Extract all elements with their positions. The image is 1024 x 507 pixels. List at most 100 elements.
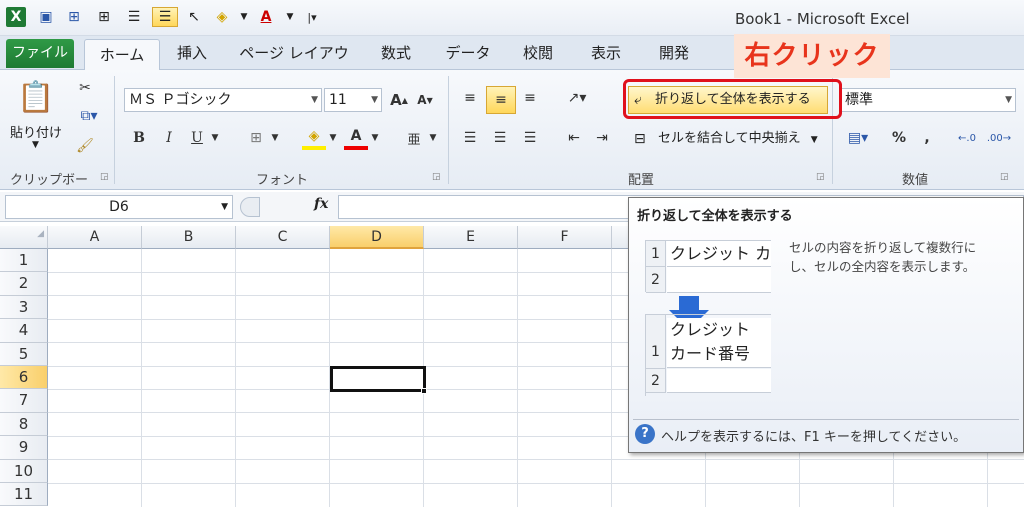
column-header-b[interactable]: B [142,226,236,249]
column-header-c[interactable]: C [236,226,330,249]
borders-icon[interactable]: ⊞ [94,7,114,27]
top-align-icon[interactable]: ≡ [458,86,482,110]
tab-insert[interactable]: 挿入 [168,38,216,68]
chevron-down-icon[interactable]: ▼ [368,126,382,150]
decrease-decimal-icon[interactable]: .00→ [986,126,1012,150]
row-header-11[interactable]: 11 [0,483,48,507]
phonetic-guide-icon[interactable]: 亜 [402,126,426,150]
preview-icon[interactable]: ⊞ [64,7,84,27]
align-center-icon[interactable]: ☰ [488,126,512,150]
paste-button-label[interactable]: 貼り付け [10,122,62,141]
align-left-icon[interactable]: ☰ [458,126,482,150]
font-color-icon[interactable]: A [256,7,276,27]
bold-icon[interactable]: B [128,126,150,150]
font-size-value: 11 [329,92,347,108]
save-icon[interactable]: ▣ [36,7,56,27]
align-right-icon[interactable]: ☰ [518,126,542,150]
tab-page-layout[interactable]: ページ レイアウト [236,38,352,92]
row-header-10[interactable]: 10 [0,459,48,483]
fill-handle[interactable] [421,388,427,394]
column-header-f[interactable]: F [518,226,612,249]
number-format-combo[interactable]: 標準 ▼ [840,88,1016,112]
increase-indent-icon[interactable]: ⇥ [590,126,614,150]
dialog-launcher-icon[interactable]: ◲ [1000,172,1009,182]
dialog-launcher-icon[interactable]: ◲ [100,172,109,182]
dialog-launcher-icon[interactable]: ◲ [816,172,825,182]
row-header-3[interactable]: 3 [0,295,48,320]
example-row-number: 1 [646,315,666,369]
row-header-1[interactable]: 1 [0,249,48,273]
excel-logo-icon[interactable]: X [6,7,26,27]
column-header-a[interactable]: A [48,226,142,249]
shrink-font-icon[interactable]: A ▼ [414,88,436,112]
wrap-text-tooltip: 折り返して全体を表示する 1 クレジット カ 2 1 クレジット カード番号 2… [628,197,1024,453]
font-color-icon[interactable]: A [344,126,368,150]
orientation-icon[interactable]: ↗▾ [562,86,592,110]
row-header-9[interactable]: 9 [0,436,48,460]
font-name-combo[interactable]: ＭＳ Ｐゴシック ▼ [124,88,322,112]
italic-icon[interactable]: I [158,126,180,150]
tooltip-example-before: 1 クレジット カ 2 [645,240,771,293]
tab-view[interactable]: 表示 [582,38,630,68]
percent-icon[interactable]: % [888,126,910,150]
customize-quick-access-icon[interactable]: |▾ [302,7,322,27]
group-separator [114,76,115,184]
chevron-down-icon[interactable]: ▼ [208,126,222,150]
grow-font-icon[interactable]: A ▲ [388,88,410,112]
middle-align-icon[interactable]: ≡ [486,86,516,114]
column-header-d[interactable]: D [330,226,424,249]
align-middle-icon[interactable]: ☰ [152,7,178,27]
select-all-icon: ◢ [37,229,44,239]
font-size-combo[interactable]: 11 ▼ [324,88,382,112]
example-row-number: 2 [646,369,666,393]
chevron-down-icon[interactable]: ▼ [326,126,340,150]
tab-home[interactable]: ホーム [84,39,160,71]
row-header-8[interactable]: 8 [0,412,48,437]
cut-icon[interactable]: ✂ [74,78,96,98]
chevron-down-icon[interactable]: ▼ [280,7,300,27]
chevron-down-icon[interactable]: ▼ [234,7,254,27]
decrease-indent-icon[interactable]: ⇤ [562,126,586,150]
ribbon: 📋 貼り付け ▼ ✂ ⧉▾ 🖌 クリップボード ◲ ＭＳ Ｐゴシック ▼ 11 … [0,70,1024,207]
grid-line [141,249,142,507]
copy-icon[interactable]: ⧉▾ [74,106,104,126]
chevron-down-icon: ▼ [1005,95,1012,105]
insert-function-icon[interactable]: fx [314,196,328,212]
chevron-down-icon[interactable]: ▼ [268,126,282,150]
tab-developer[interactable]: 開発 [650,38,698,68]
bottom-align-icon[interactable]: ≡ [518,86,542,110]
borders-icon[interactable]: ⊞ [244,126,268,150]
merge-center-button[interactable]: ⊟ セルを結合して中央揃え ▼ [632,126,828,152]
splitter-handle[interactable] [240,197,260,217]
align-icon[interactable]: ☰ [124,7,144,27]
tab-review[interactable]: 校閲 [514,38,562,68]
paste-icon[interactable]: 📋 [16,76,56,118]
fill-color-icon[interactable]: ◈ [302,126,326,150]
example-row-number: 2 [646,267,666,293]
row-header-4[interactable]: 4 [0,319,48,343]
select-cursor-icon[interactable]: ↖ [184,7,204,27]
fill-color-icon[interactable]: ◈ [212,7,232,27]
select-all-corner[interactable]: ◢ [0,226,48,249]
name-box[interactable]: D6 ▼ [5,195,233,219]
increase-decimal-icon[interactable]: ←.0 [954,126,980,150]
chevron-down-icon[interactable]: ▼ [32,140,39,150]
tab-file[interactable]: ファイル [6,39,74,68]
grid-line [611,249,612,507]
currency-format-icon[interactable]: ▤▾ [842,126,874,150]
chevron-down-icon[interactable]: ▼ [426,126,440,150]
row-header-6[interactable]: 6 [0,366,48,390]
tab-data[interactable]: データ [440,38,496,68]
format-painter-icon[interactable]: 🖌 [74,136,96,156]
dialog-launcher-icon[interactable]: ◲ [432,172,441,182]
active-cell-d6[interactable] [330,366,426,392]
font-name-value: ＭＳ Ｐゴシック [129,92,232,108]
tab-formulas[interactable]: 数式 [372,38,420,68]
row-header-2[interactable]: 2 [0,272,48,296]
comma-style-icon[interactable]: , [918,126,936,150]
row-header-5[interactable]: 5 [0,342,48,366]
row-header-7[interactable]: 7 [0,389,48,413]
underline-icon[interactable]: U [186,126,208,150]
tooltip-divider [633,419,1019,420]
column-header-e[interactable]: E [424,226,518,249]
